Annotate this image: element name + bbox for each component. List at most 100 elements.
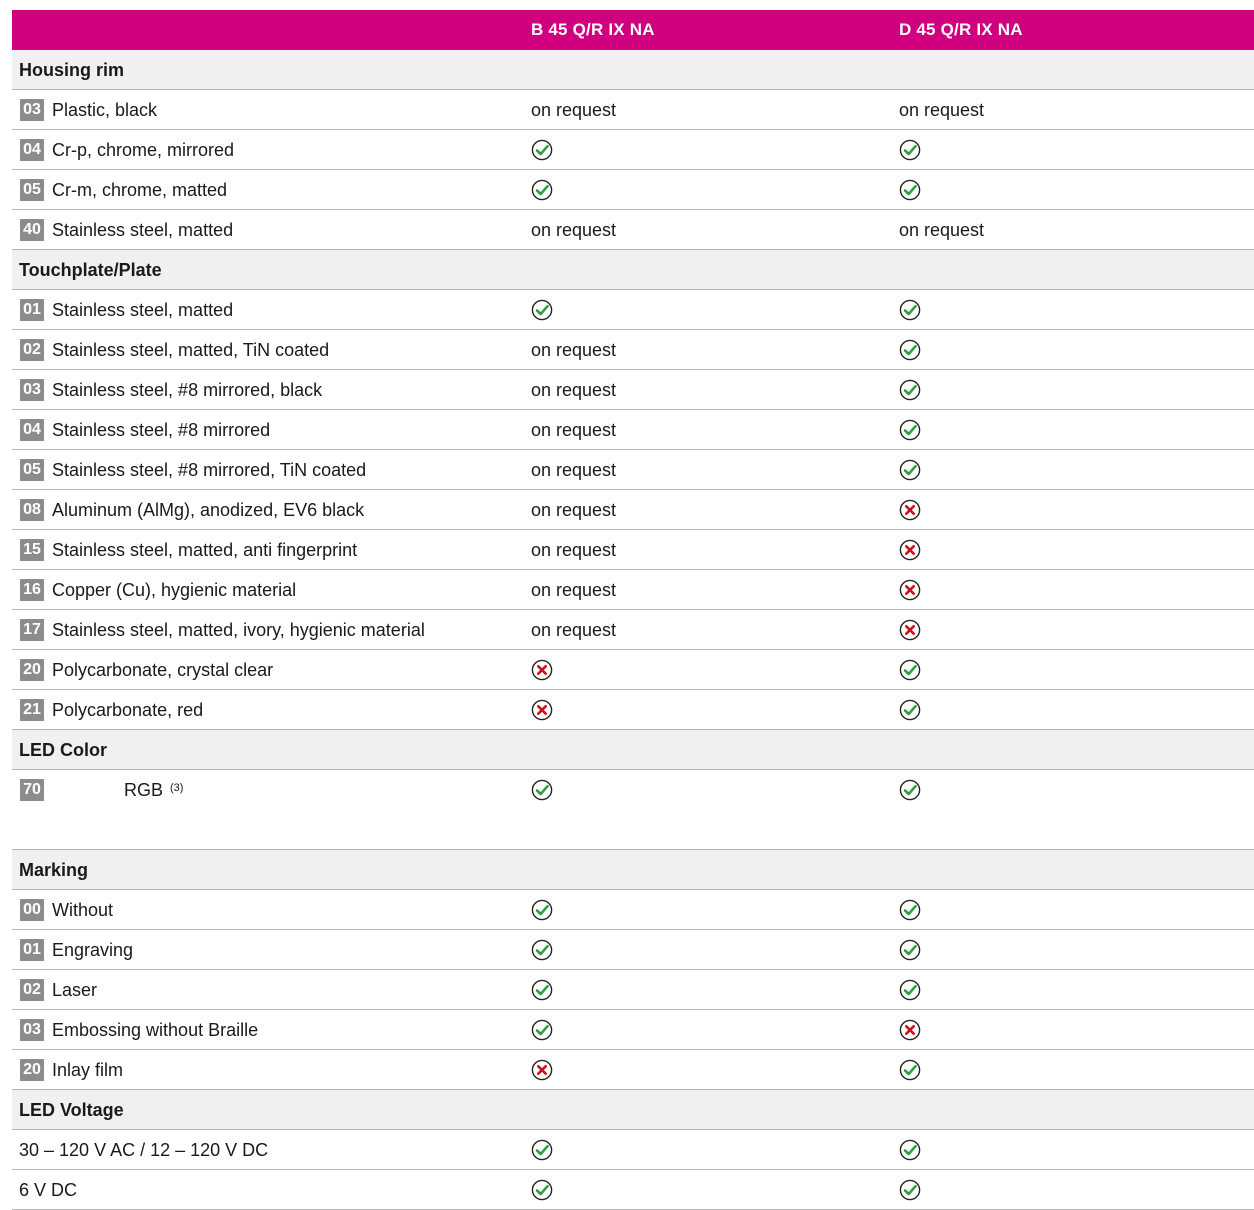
- option-label: RGB (3): [124, 780, 184, 800]
- check-icon: [531, 1019, 553, 1041]
- section-header: LED Voltage: [12, 1090, 1254, 1130]
- check-icon: [899, 779, 921, 801]
- check-icon: [531, 1179, 553, 1201]
- table-row: 20 Polycarbonate, crystal clear: [12, 650, 1254, 690]
- option-code-badge: 21: [20, 699, 44, 721]
- availability-text: on request: [899, 100, 985, 120]
- cross-icon: [899, 539, 921, 561]
- cross-icon: [531, 699, 553, 721]
- option-code-badge: 70: [20, 779, 44, 801]
- option-label: Without: [52, 900, 114, 920]
- availability-text: on request: [531, 380, 617, 400]
- option-code-badge: 02: [20, 339, 44, 361]
- option-label: Cr-m, chrome, matted: [52, 180, 228, 200]
- section-title: LED Voltage: [19, 1100, 124, 1120]
- cross-icon: [899, 499, 921, 521]
- table-row: 00 Without: [12, 890, 1254, 930]
- check-icon: [899, 139, 921, 161]
- check-icon: [531, 299, 553, 321]
- cross-icon: [899, 1019, 921, 1041]
- table-row: 04 Stainless steel, #8 mirrored on request: [12, 410, 1254, 450]
- check-icon: [899, 419, 921, 441]
- cross-icon: [899, 619, 921, 641]
- check-icon: [531, 1139, 553, 1161]
- check-icon: [899, 179, 921, 201]
- option-label: Aluminum (AlMg), anodized, EV6 black: [52, 500, 365, 520]
- option-code-badge: 05: [20, 179, 44, 201]
- table-row: 02 Stainless steel, matted, TiN coated on …: [12, 330, 1254, 370]
- section-header: LED Color: [12, 730, 1254, 770]
- section-header: Marking: [12, 850, 1254, 890]
- table-row: 70 RGB (3): [12, 770, 1254, 850]
- check-icon: [899, 459, 921, 481]
- table-row: 15 Stainless steel, matted, anti fingerpr…: [12, 530, 1254, 570]
- option-label: Stainless steel, matted: [52, 220, 234, 240]
- column-header-b45: B 45 Q/R IX NA: [531, 20, 655, 39]
- option-label: Stainless steel, #8 mirrored: [52, 420, 271, 440]
- table-row: 01 Engraving: [12, 930, 1254, 970]
- check-icon: [531, 939, 553, 961]
- section-header: Touchplate/Plate: [12, 250, 1254, 290]
- option-label: Stainless steel, matted, TiN coated: [52, 340, 330, 360]
- option-label: Stainless steel, matted, anti fingerprin…: [52, 540, 358, 560]
- table-row: 20 Inlay film: [12, 1050, 1254, 1090]
- table-body: Housing rim 03 Plastic, black on request on …: [12, 50, 1254, 1210]
- option-code-badge: 04: [20, 139, 44, 161]
- check-icon: [531, 179, 553, 201]
- option-label: Engraving: [52, 940, 134, 960]
- section-title: Touchplate/Plate: [19, 260, 162, 280]
- option-label: 30 – 120 V AC / 12 – 120 V DC: [19, 1140, 269, 1160]
- option-label: Embossing without Braille: [52, 1020, 259, 1040]
- option-code-badge: 01: [20, 939, 44, 961]
- option-label: Plastic, black: [52, 100, 158, 120]
- option-label: Stainless steel, matted, ivory, hygienic…: [52, 620, 425, 640]
- table-row: 6 V DC: [12, 1170, 1254, 1210]
- table-row: 03 Plastic, black on request on request: [12, 90, 1254, 130]
- footnote-ref: (3): [170, 782, 184, 794]
- table-row: 40 Stainless steel, matted on request on re…: [12, 210, 1254, 250]
- table-row: 17 Stainless steel, matted, ivory, hygien…: [12, 610, 1254, 650]
- check-icon: [899, 339, 921, 361]
- option-label: Copper (Cu), hygienic material: [52, 580, 297, 600]
- check-icon: [531, 139, 553, 161]
- option-code-badge: 20: [20, 1059, 44, 1081]
- check-icon: [531, 899, 553, 921]
- check-icon: [899, 1139, 921, 1161]
- check-icon: [899, 899, 921, 921]
- availability-text: on request: [531, 340, 617, 360]
- option-code-badge: 17: [20, 619, 44, 641]
- option-code-badge: 40: [20, 219, 44, 241]
- column-header-d45: D 45 Q/R IX NA: [899, 20, 1023, 39]
- availability-text: on request: [531, 500, 617, 520]
- section-title: Marking: [19, 860, 89, 880]
- option-code-badge: 01: [20, 299, 44, 321]
- option-code-badge: 00: [20, 899, 44, 921]
- table-row: 16 Copper (Cu), hygienic material on reque…: [12, 570, 1254, 610]
- table-row: 02 Laser: [12, 970, 1254, 1010]
- cross-icon: [531, 659, 553, 681]
- check-icon: [899, 659, 921, 681]
- availability-text: on request: [531, 100, 617, 120]
- option-label: Laser: [52, 980, 98, 1000]
- check-icon: [899, 1179, 921, 1201]
- table-row: 04 Cr-p, chrome, mirrored: [12, 130, 1254, 170]
- table-row: 05 Cr-m, chrome, matted: [12, 170, 1254, 210]
- specification-table: B 45 Q/R IX NA D 45 Q/R IX NA Housing ri…: [12, 10, 1254, 1210]
- section-title: LED Color: [19, 740, 107, 760]
- availability-text: on request: [531, 620, 617, 640]
- table-row: 08 Aluminum (AlMg), anodized, EV6 black on…: [12, 490, 1254, 530]
- option-code-badge: 05: [20, 459, 44, 481]
- option-code-badge: 03: [20, 379, 44, 401]
- option-label: Polycarbonate, red: [52, 700, 204, 720]
- table-row: 30 – 120 V AC / 12 – 120 V DC: [12, 1130, 1254, 1170]
- availability-text: on request: [899, 220, 985, 240]
- table-row: 03 Stainless steel, #8 mirrored, black on …: [12, 370, 1254, 410]
- option-label: Stainless steel, matted: [52, 300, 234, 320]
- availability-text: on request: [531, 540, 617, 560]
- option-code-badge: 20: [20, 659, 44, 681]
- option-code-badge: 03: [20, 99, 44, 121]
- check-icon: [899, 299, 921, 321]
- cross-icon: [899, 579, 921, 601]
- cross-icon: [531, 1059, 553, 1081]
- table-row: 01 Stainless steel, matted: [12, 290, 1254, 330]
